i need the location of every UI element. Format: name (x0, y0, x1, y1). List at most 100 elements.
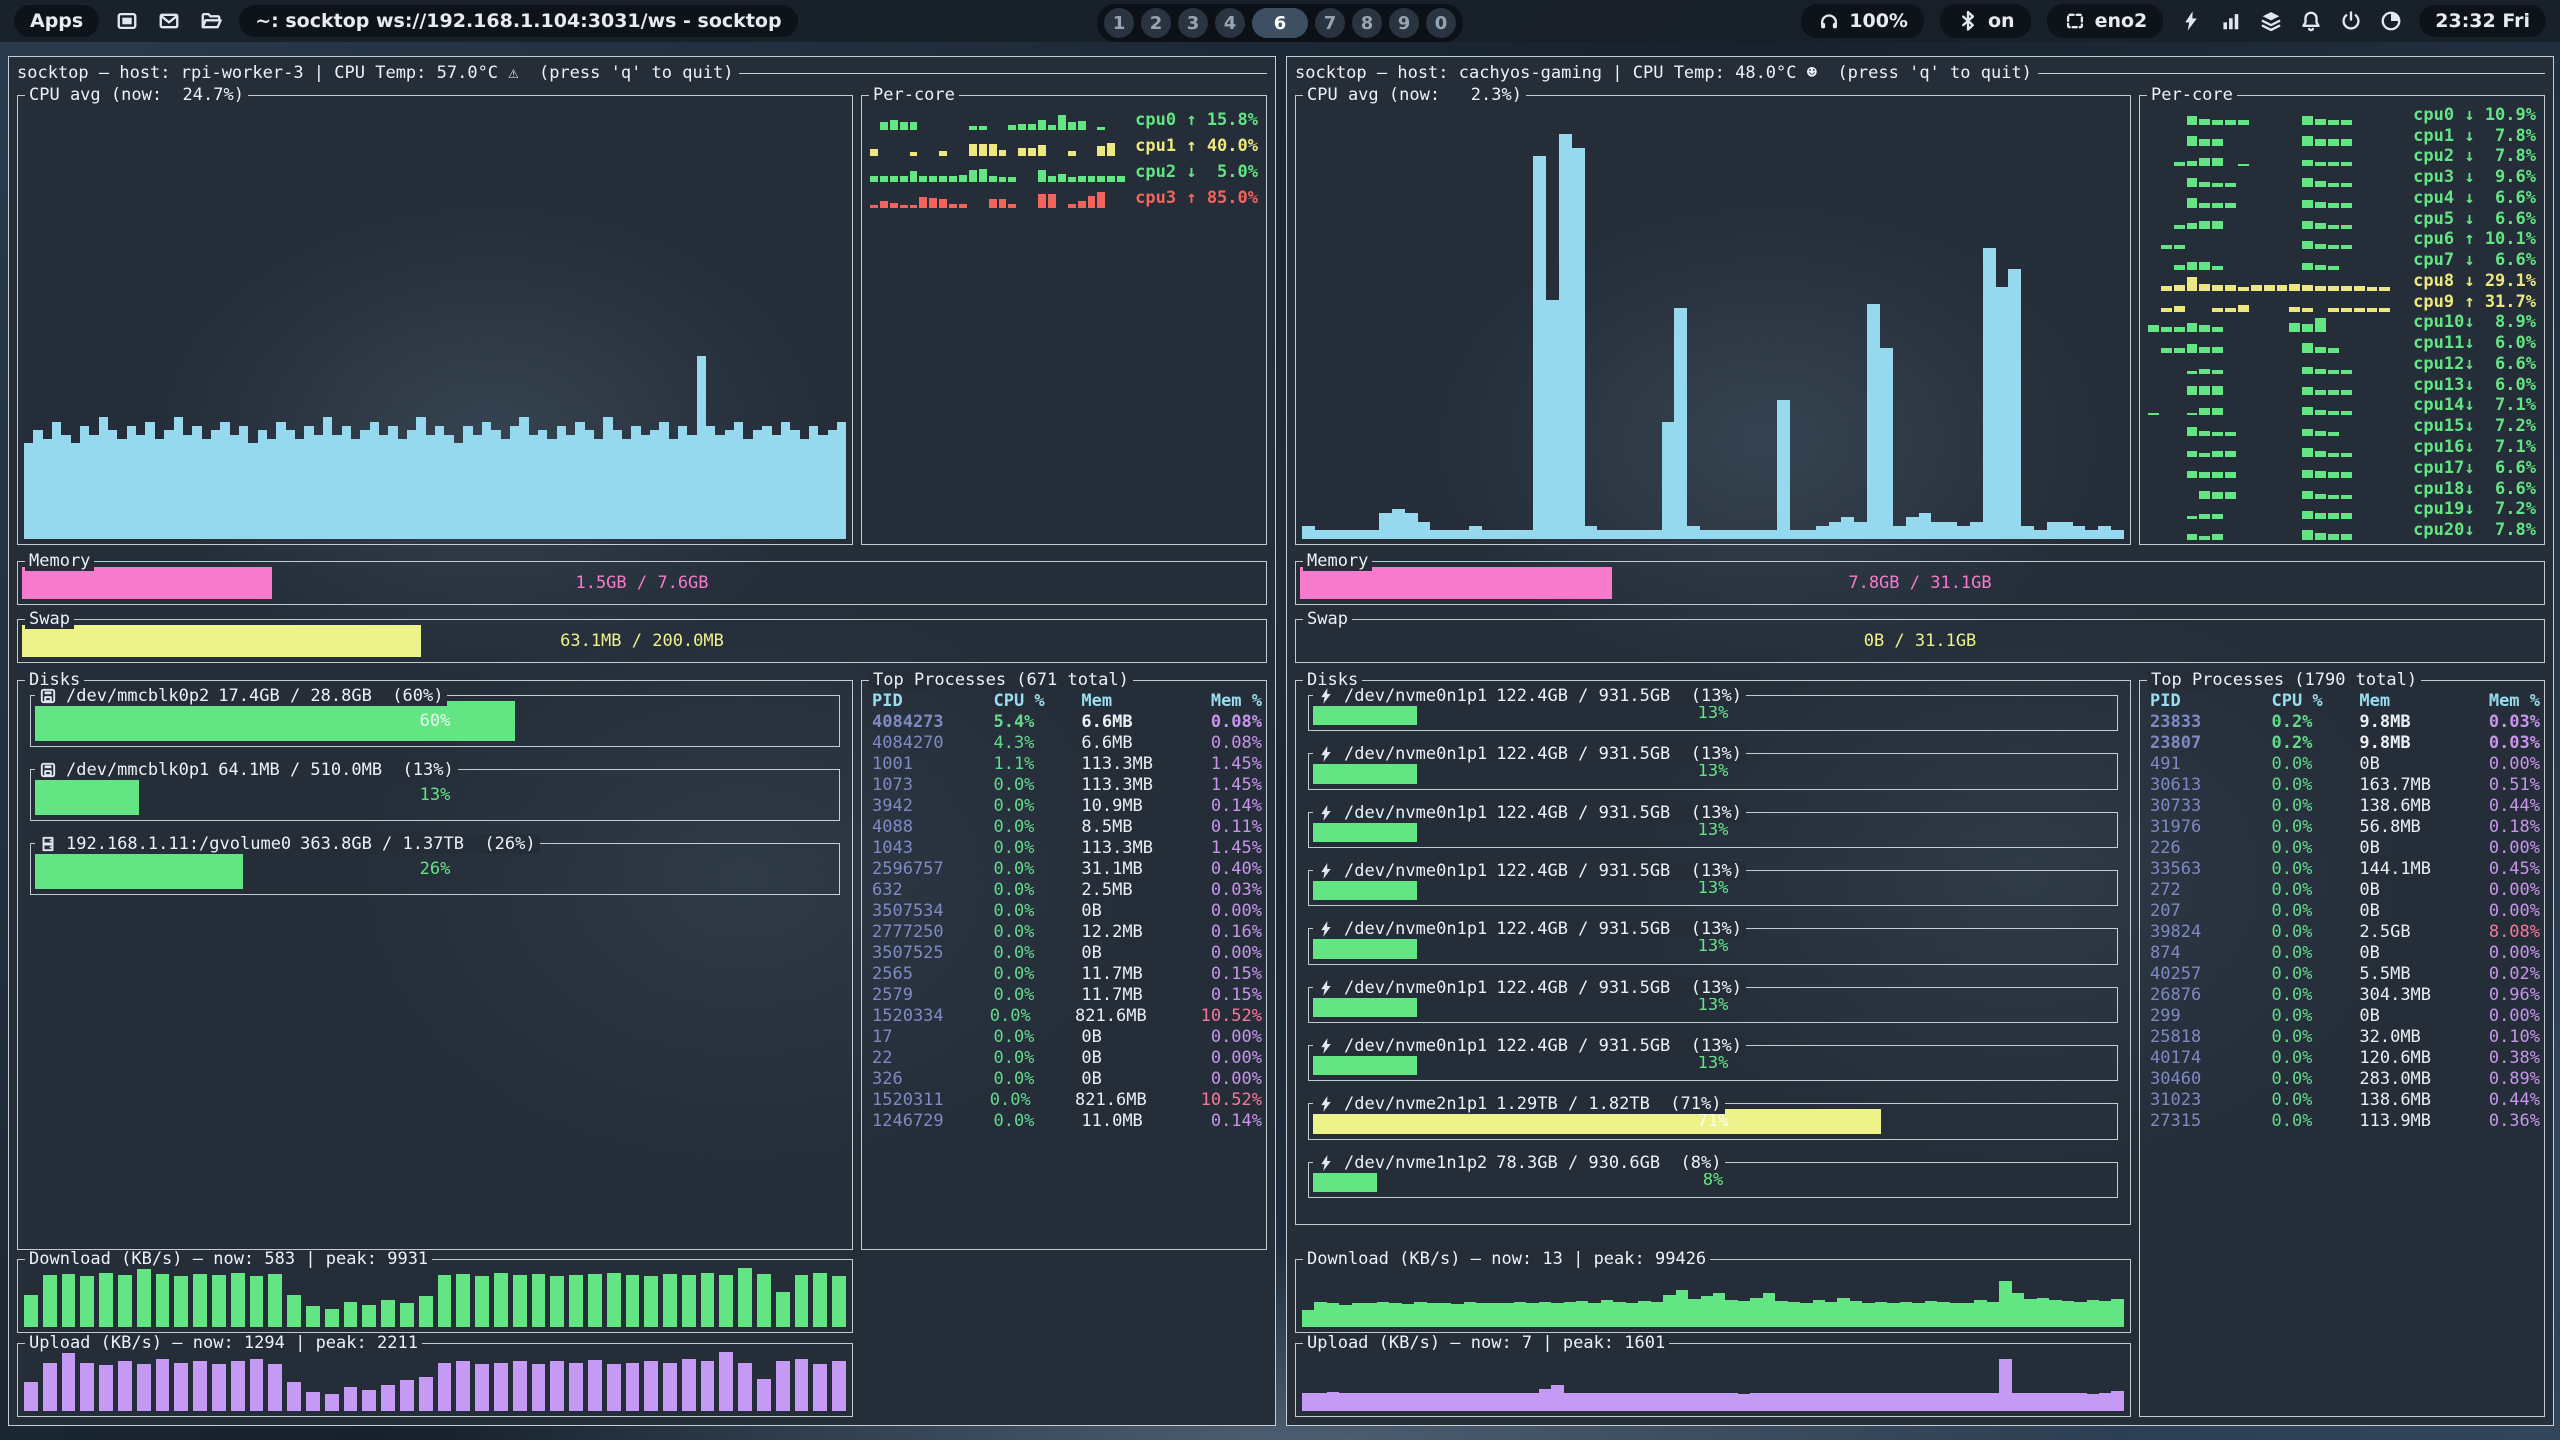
disk-name: /dev/mmcblk0p1 (66, 760, 209, 780)
spark-bar (2302, 221, 2313, 228)
workspace-button-0[interactable]: 0 (1426, 8, 1456, 38)
workspace-button-9[interactable]: 9 (1389, 8, 1419, 38)
graph-bar (1576, 1301, 1588, 1327)
apps-button[interactable]: Apps (14, 5, 99, 37)
per-core-sparkline (2148, 462, 2403, 478)
spark-bar (870, 205, 878, 208)
graph-bar (832, 1276, 846, 1327)
graph-bar (566, 435, 575, 539)
per-core-sparkline (2148, 503, 2403, 519)
per-core-value: cpu14↓ 7.1% (2413, 395, 2536, 415)
graph-bar (192, 426, 201, 539)
process-pid: 226 (2150, 838, 2271, 859)
bell-icon (2299, 9, 2323, 33)
graph-bar (682, 1359, 696, 1411)
graph-bar (99, 1365, 113, 1411)
bluetooth-widget[interactable]: on (1940, 4, 2031, 38)
graph-bar (1763, 1393, 1775, 1411)
graph-bar (1854, 522, 1867, 539)
top-processes-label: Top Processes (671 total) (869, 671, 1133, 690)
graph-bar (1501, 1303, 1513, 1327)
focused-window-title[interactable]: ~: socktop ws://192.168.1.104:3031/ws - … (239, 5, 797, 37)
graph-bar (482, 422, 491, 539)
process-row: 310230.0%138.6MB0.44% (2150, 1090, 2540, 1111)
spark-bar (1038, 145, 1046, 156)
graph-bar (231, 1273, 245, 1327)
process-cpu: 0.2% (2271, 733, 2359, 754)
graph-bar (1893, 526, 1906, 539)
clock-widget[interactable]: 23:32 Fri (2419, 5, 2546, 37)
spark-bar (2187, 534, 2198, 540)
graph-bar (494, 1273, 508, 1327)
terminal-window[interactable]: socktop — host: cachyos-gaming | CPU Tem… (1286, 56, 2554, 1426)
graph-bar (2074, 1393, 2086, 1411)
graph-bar (1353, 530, 1366, 539)
workspace-button-2[interactable]: 2 (1141, 8, 1171, 38)
process-mem-percent: 0.03% (2489, 712, 2540, 733)
process-cpu: 0.0% (993, 1048, 1081, 1069)
volume-widget[interactable]: 100% (1801, 4, 1924, 38)
graph-bar (268, 1364, 282, 1411)
spark-bar (2199, 221, 2210, 228)
graph-bar (71, 443, 80, 539)
workspace-button-1[interactable]: 1 (1104, 8, 1134, 38)
process-mem-percent: 0.00% (1211, 1027, 1262, 1048)
workspace-button-4[interactable]: 4 (1215, 8, 1245, 38)
graph-bar (1464, 1393, 1476, 1411)
spark-bar (1068, 122, 1076, 130)
process-mem: 6.6MB (1081, 712, 1210, 733)
graph-bar (1906, 517, 1919, 539)
process-pid: 1246729 (872, 1111, 993, 1132)
clock-label: 23:32 Fri (2435, 10, 2530, 32)
process-mem: 11.7MB (1081, 964, 1210, 985)
graph-bar (1392, 509, 1405, 539)
per-core-row: cpu13↓ 6.0% (2148, 374, 2536, 395)
graph-bar (1825, 1302, 1837, 1327)
graph-bar (2012, 1293, 2024, 1327)
disk-usage-text: 17.4GB / 28.8GB (60%) (218, 686, 443, 706)
disk-usage-text: 1.29TB / 1.82TB (71%) (1496, 1094, 1721, 1114)
per-core-panel: Per-core cpu0 ↓ 10.9%cpu1 ↓ 7.8%cpu2 ↓ 7… (2139, 95, 2545, 545)
per-core-value: cpu0 ↓ 10.9% (2413, 105, 2536, 125)
graph-bar (1900, 1302, 1912, 1327)
workspace-button-6[interactable]: 6 (1252, 8, 1308, 38)
graph-bar (62, 1352, 76, 1411)
disk-icon (39, 687, 57, 705)
graph-bar (2008, 269, 2021, 539)
process-mem-percent: 0.38% (2489, 1048, 2540, 1069)
terminal-window[interactable]: socktop — host: rpi-worker-3 | CPU Temp:… (8, 56, 1276, 1426)
process-mem: 32.0MB (2359, 1027, 2488, 1048)
graph-bar (1829, 522, 1842, 539)
cpu-history-graph (24, 104, 846, 539)
workspace-button-8[interactable]: 8 (1352, 8, 1382, 38)
graph-bar (287, 1382, 301, 1412)
process-mem-percent: 0.44% (2489, 1090, 2540, 1111)
per-core-row: cpu16↓ 7.1% (2148, 436, 2536, 457)
workspace-button-7[interactable]: 7 (1315, 8, 1345, 38)
graph-bar (24, 1382, 38, 1412)
workspace-button-3[interactable]: 3 (1178, 8, 1208, 38)
spark-bar (2302, 343, 2313, 353)
process-pid: 2565 (872, 964, 993, 985)
process-mem: 304.3MB (2359, 985, 2488, 1006)
process-mem: 10.9MB (1081, 796, 1210, 817)
graph-bar (1725, 1393, 1737, 1411)
spark-bar (939, 199, 947, 208)
process-row: 25650.0%11.7MB0.15% (872, 964, 1262, 985)
disk-percent-label: 60% (35, 701, 835, 741)
per-core-value: cpu0 ↑ 15.8% (1135, 110, 1258, 130)
process-row: 4910.0%0B0.00% (2150, 754, 2540, 775)
graph-bar (1402, 1304, 1414, 1327)
graph-bar (1676, 1393, 1688, 1411)
disk-name: /dev/nvme0n1p1 (1344, 803, 1487, 823)
process-cpu: 0.0% (993, 943, 1081, 964)
network-widget[interactable]: eno2 (2047, 4, 2164, 38)
graph-bar (2073, 526, 2086, 539)
graph-bar (569, 1275, 583, 1327)
graph-bar (1427, 1303, 1439, 1327)
graph-bar (1572, 148, 1585, 540)
graph-bar (1999, 1281, 2011, 1327)
per-core-panel: Per-core cpu0 ↑ 15.8%cpu1 ↑ 40.0%cpu2 ↓ … (861, 95, 1267, 545)
process-mem: 821.6MB (1075, 1006, 1201, 1027)
graph-bar (193, 1361, 207, 1411)
